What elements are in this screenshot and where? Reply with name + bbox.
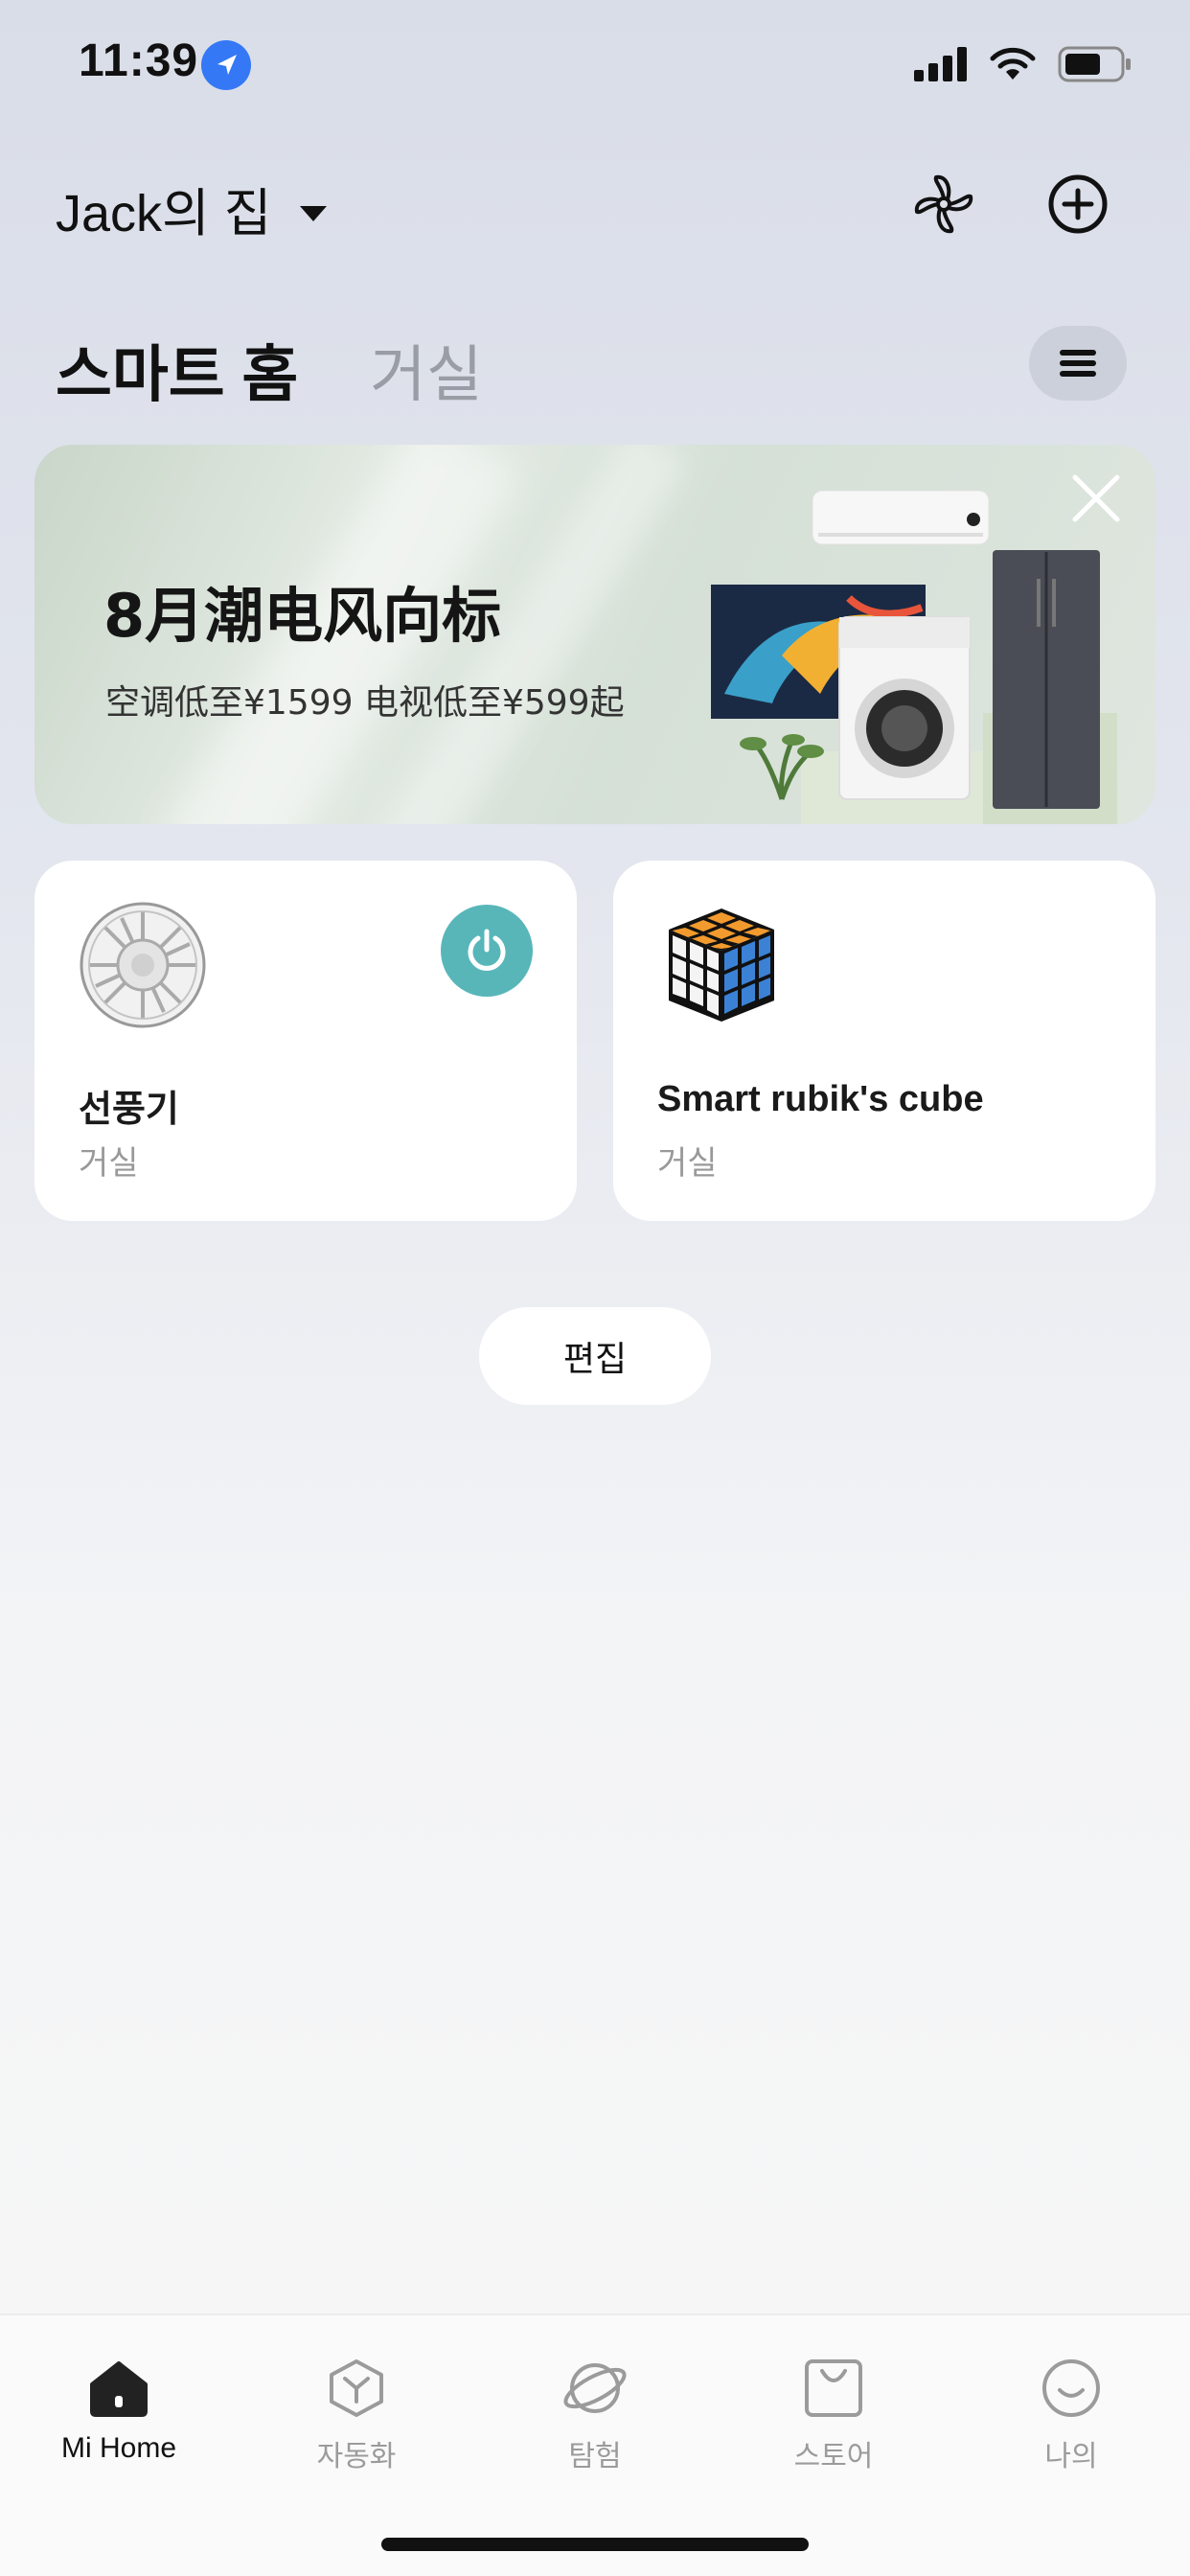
edit-button[interactable]: 편집 [479, 1307, 711, 1405]
fan-device-icon [79, 901, 207, 1029]
nav-label: 탐험 [568, 2441, 622, 2472]
nav-profile[interactable]: 나의 [975, 2354, 1167, 2474]
nav-label: 나의 [1044, 2441, 1098, 2472]
wifi-icon [990, 47, 1036, 80]
promo-banner[interactable]: 8月潮电风向标 空调低至¥1599 电视低至¥599起 [34, 445, 1156, 824]
device-room: 거실 [79, 1145, 139, 1182]
power-icon [468, 929, 506, 971]
banner-title: 8月潮电风向标 [103, 581, 502, 651]
nav-mi-home[interactable]: Mi Home [23, 2354, 215, 2465]
tab-living-room[interactable]: 거실 [370, 326, 483, 414]
home-selector[interactable]: Jack의 집 [56, 171, 328, 246]
close-icon [1072, 474, 1120, 522]
tab-smart-home[interactable]: 스마트 홈 [56, 326, 298, 414]
add-circle-icon[interactable] [1044, 171, 1111, 238]
bottom-nav: Mi Home 자동화 탐험 스토어 나의 [0, 2313, 1190, 2576]
banner-subtitle: 空调低至¥1599 电视低至¥599起 [105, 683, 625, 723]
room-menu-button[interactable] [1029, 326, 1127, 401]
device-name: 선풍기 [79, 1090, 179, 1130]
nav-explore[interactable]: 탐험 [499, 2354, 691, 2474]
chevron-down-icon [300, 205, 328, 221]
device-card-cube[interactable]: Smart rubik's cube 거실 [613, 861, 1156, 1221]
shopping-bag-icon [799, 2354, 868, 2423]
status-time: 11:39 [79, 35, 199, 86]
nav-automation[interactable]: 자동화 [261, 2354, 452, 2474]
cellular-signal-icon [914, 47, 967, 81]
banner-close-button[interactable] [1069, 472, 1123, 525]
device-card-fan[interactable]: 선풍기 거실 [34, 861, 577, 1221]
cube-automation-icon [322, 2354, 391, 2423]
battery-icon [1058, 46, 1131, 82]
device-room: 거실 [657, 1145, 718, 1182]
nav-label: 자동화 [316, 2441, 397, 2472]
power-button[interactable] [441, 905, 533, 997]
fan-icon[interactable] [910, 171, 977, 238]
home-icon [84, 2354, 153, 2423]
smile-icon [1037, 2354, 1106, 2423]
location-arrow-icon [201, 40, 251, 90]
nav-store[interactable]: 스토어 [738, 2354, 929, 2474]
nav-label: Mi Home [60, 2432, 176, 2464]
nav-label: 스토어 [793, 2441, 874, 2472]
rubiks-cube-icon [657, 901, 786, 1029]
device-name: Smart rubik's cube [657, 1079, 984, 1119]
menu-icon [1060, 350, 1096, 377]
planet-icon [561, 2354, 629, 2423]
home-indicator [381, 2538, 809, 2551]
home-name: Jack의 집 [56, 185, 272, 242]
status-icons [914, 42, 1133, 86]
